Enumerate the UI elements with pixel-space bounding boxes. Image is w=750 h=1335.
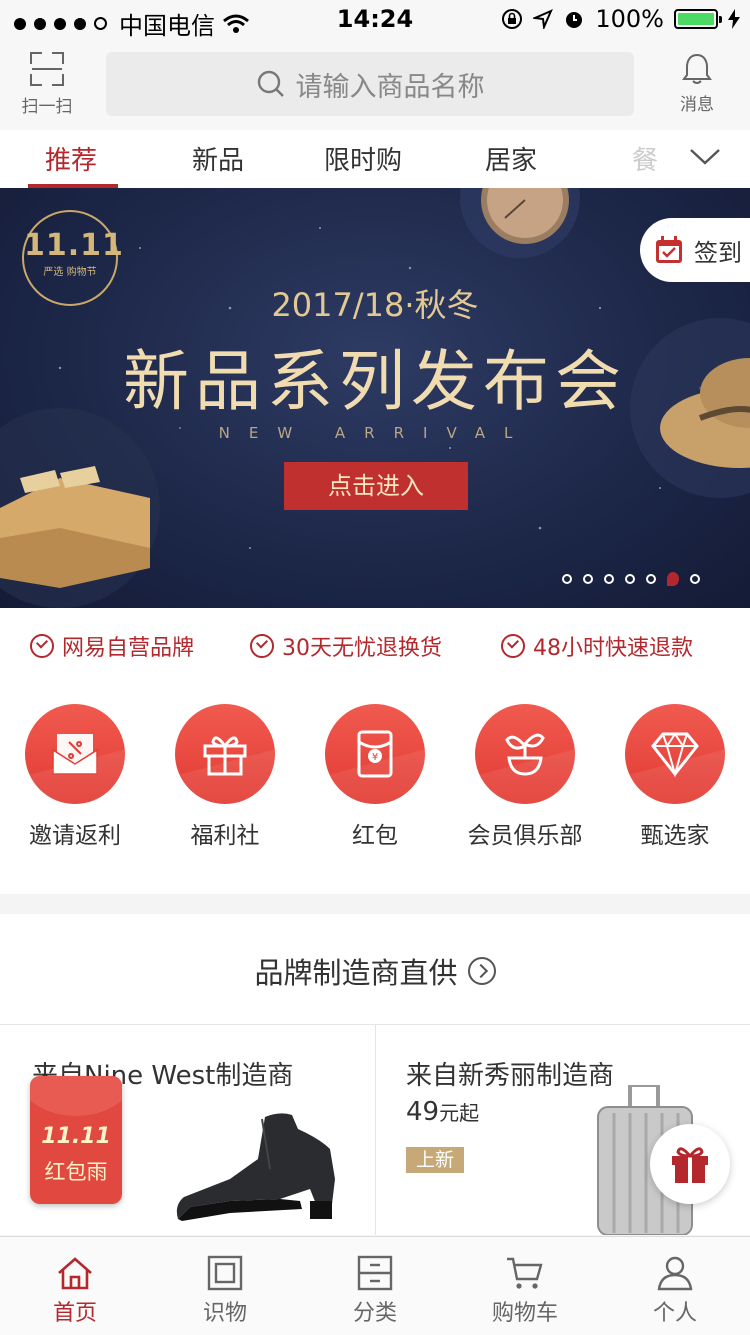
card-title: 来自新秀丽制造商 (406, 1061, 615, 1091)
tab-home[interactable]: 居家 (485, 140, 537, 177)
bottom-nav: 首页 识物 分类 购物车 个人 (0, 1236, 750, 1335)
nav-home[interactable]: 首页 (0, 1255, 150, 1327)
top-header: 扫一扫 请输入商品名称 消息 (0, 40, 750, 130)
envelope-flap (30, 1076, 122, 1116)
banner-title: 新品系列发布会 (123, 343, 627, 420)
brand-section-header[interactable]: 品牌制造商直供 (0, 914, 750, 1025)
rotation-lock-icon (502, 9, 523, 29)
bell-icon (682, 53, 712, 84)
chevron-down-icon[interactable] (688, 146, 722, 168)
carousel-dots[interactable] (562, 572, 700, 586)
battery-icon (674, 9, 722, 29)
status-bar: 中国电信 14:24 100% (0, 0, 750, 40)
tab-dining[interactable]: 餐 (632, 140, 658, 177)
red-packet-rain-button[interactable]: 11.11 红包雨 (30, 1076, 122, 1204)
location-icon (533, 9, 554, 29)
scan-label: 扫一扫 (21, 97, 73, 117)
red-packet-icon: ¥ (325, 704, 425, 804)
red-packet-label: 红包雨 (44, 1160, 108, 1184)
nav-cart[interactable]: 购物车 (450, 1255, 600, 1327)
check-circle-icon (250, 634, 274, 658)
service-guarantees: 网易自营品牌 30天无忧退换货 48小时快速退款 (0, 608, 750, 680)
charging-icon (728, 9, 740, 29)
battery-percent: 100% (595, 5, 664, 33)
home-icon (58, 1257, 92, 1290)
tab-recommend[interactable]: 推荐 (45, 140, 97, 177)
cabinet-icon (357, 1255, 393, 1291)
guarantee-item: 48小时快速退款 (501, 630, 693, 662)
tab-new[interactable]: 新品 (192, 140, 244, 177)
envelope-icon (25, 704, 125, 804)
search-icon (257, 70, 284, 97)
banner-year: 2017/18·秋冬 (271, 286, 479, 324)
scan-icon (30, 52, 64, 86)
scan-button[interactable]: 扫一扫 (14, 52, 80, 117)
cart-icon (507, 1257, 543, 1289)
gift-icon (175, 704, 275, 804)
calendar-check-icon (656, 236, 682, 263)
svg-text:¥: ¥ (372, 752, 378, 763)
search-placeholder: 请输入商品名称 (295, 71, 485, 103)
signin-label: 签到 (694, 238, 742, 267)
promo-banner[interactable]: 11.11 严选 购物节 2017/18·秋冬 新品系列发布会 NEW ARRI… (0, 188, 750, 608)
banner-enter-button[interactable]: 点击进入 (284, 462, 468, 510)
card-price: 49元起 (406, 1097, 480, 1127)
user-icon (657, 1256, 693, 1291)
quick-entries: 邀请返利 福利社 ¥ 红包 会员俱乐部 甄选家 (0, 680, 750, 894)
signin-button[interactable]: 签到 (640, 218, 750, 282)
red-packet-date: 11.11 (41, 1124, 111, 1149)
new-badge: 上新 (406, 1145, 465, 1173)
diamond-icon (625, 704, 725, 804)
entry-welfare[interactable]: 福利社 (150, 704, 300, 850)
arrow-right-circle-icon (467, 957, 496, 985)
plant-icon (475, 704, 575, 804)
message-label: 消息 (680, 95, 714, 115)
message-button[interactable]: 消息 (664, 52, 730, 115)
entry-member-club[interactable]: 会员俱乐部 (450, 704, 600, 850)
check-circle-icon (30, 634, 54, 658)
guarantee-item: 30天无忧退换货 (250, 630, 442, 662)
entry-invite-rebate[interactable]: 邀请返利 (0, 704, 150, 850)
check-circle-icon (501, 634, 525, 658)
gift-icon (672, 1147, 708, 1183)
boot-image (176, 1113, 335, 1221)
category-tabs: 推荐 新品 限时购 居家 餐 (0, 130, 750, 189)
status-right: 100% (501, 5, 740, 33)
search-input[interactable]: 请输入商品名称 (106, 52, 634, 116)
guarantee-item: 网易自营品牌 (30, 630, 194, 662)
section-title: 品牌制造商直供 (254, 956, 458, 990)
tab-flash-sale[interactable]: 限时购 (324, 140, 402, 177)
nav-profile[interactable]: 个人 (600, 1255, 750, 1327)
gift-fab[interactable] (650, 1124, 730, 1204)
square-frame-icon (207, 1255, 243, 1291)
entry-curators[interactable]: 甄选家 (600, 704, 750, 850)
nav-category[interactable]: 分类 (300, 1255, 450, 1327)
banner-subtitle: NEW ARRIVAL (218, 424, 532, 442)
entry-red-packet[interactable]: ¥ 红包 (300, 704, 450, 850)
nav-discover[interactable]: 识物 (150, 1255, 300, 1327)
alarm-icon (566, 12, 583, 28)
